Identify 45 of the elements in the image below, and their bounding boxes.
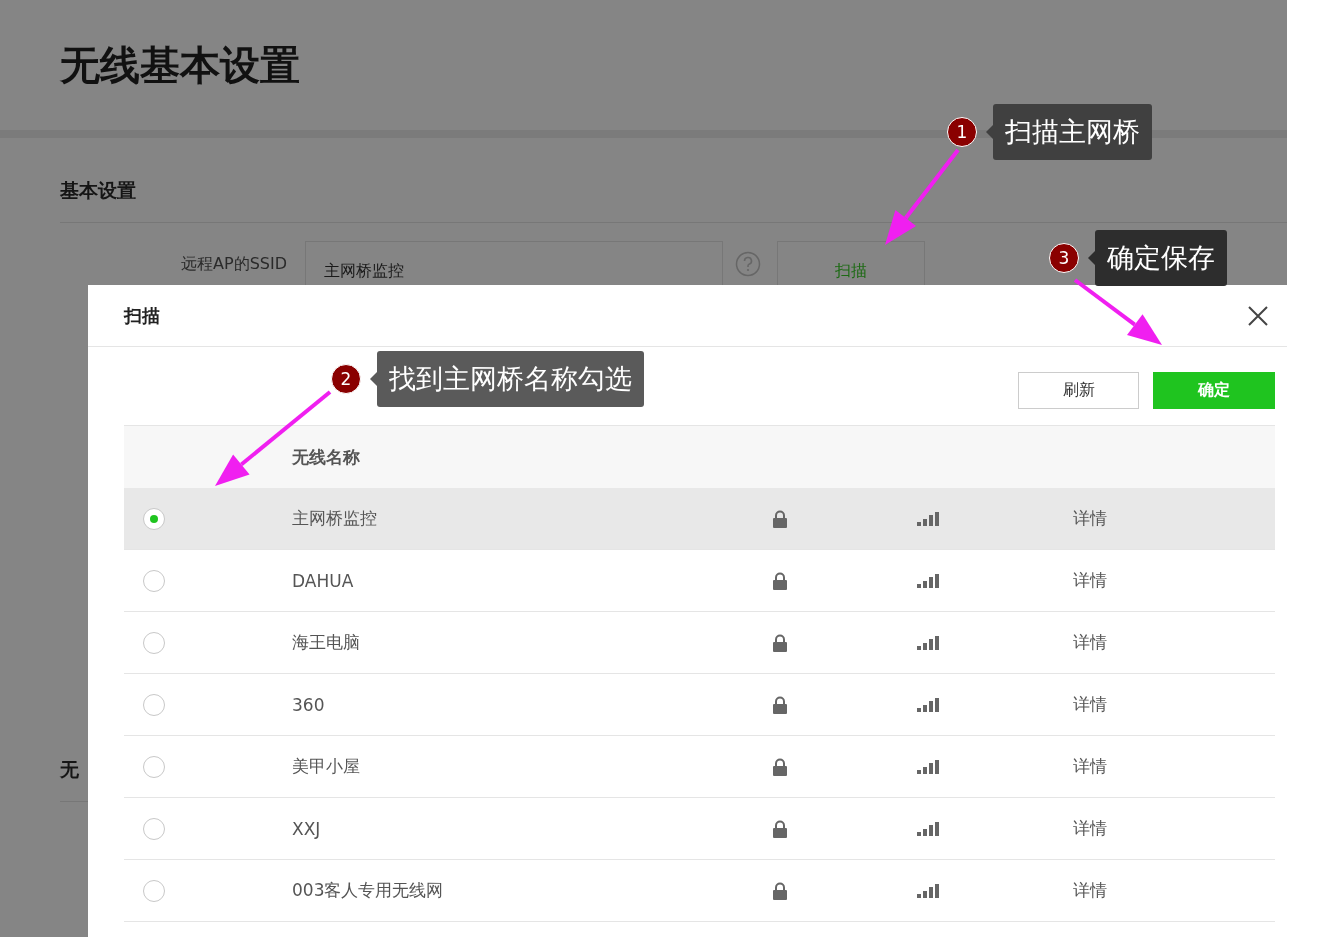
details-link[interactable]: 详情 [1073,631,1107,654]
lock-icon [772,819,788,838]
radio-button[interactable] [143,879,165,902]
network-name: 美甲小屋 [292,755,361,778]
radio-button[interactable] [143,507,165,530]
signal-icon [917,573,939,588]
refresh-button[interactable]: 刷新 [1018,372,1139,409]
signal-icon [917,697,939,712]
signal-icon [917,511,939,526]
network-name: 003客人专用无线网 [292,879,445,902]
column-header: 无线名称 [292,445,360,469]
details-link[interactable]: 详情 [1073,507,1107,530]
radio-button[interactable] [143,755,165,778]
radio-button[interactable] [143,631,165,654]
lock-icon [772,757,788,776]
lock-icon [772,695,788,714]
help-icon[interactable] [735,251,761,277]
page-title: 无线基本设置 [60,40,300,90]
network-name: 海王电脑 [292,631,361,654]
radio-button[interactable] [143,817,165,840]
details-link[interactable]: 详情 [1073,879,1107,902]
callout-label: 确定保存 [1095,230,1227,286]
signal-icon [917,883,939,898]
dialog-title: 扫描 [124,303,160,328]
details-link[interactable]: 详情 [1073,569,1107,592]
details-link[interactable]: 详情 [1073,755,1107,778]
details-link[interactable]: 详情 [1073,693,1107,716]
signal-icon [917,759,939,774]
network-name: 360 [292,694,326,715]
callout-label: 找到主网桥名称勾选 [377,351,644,407]
lock-icon [772,633,788,652]
network-name: 主网桥监控 [292,507,378,530]
lock-icon [772,571,788,590]
network-name: DAHUA [292,570,355,591]
lock-icon [772,509,788,528]
field-label: 远程AP的SSID [180,253,288,275]
details-link[interactable]: 详情 [1073,817,1107,840]
signal-icon [917,821,939,836]
radio-button[interactable] [143,693,165,716]
network-name: XXJ [292,818,322,839]
lock-icon [772,881,788,900]
close-icon[interactable] [1247,304,1269,327]
signal-icon [917,635,939,650]
callout-label: 扫描主网桥 [993,104,1152,160]
radio-button[interactable] [143,569,165,592]
